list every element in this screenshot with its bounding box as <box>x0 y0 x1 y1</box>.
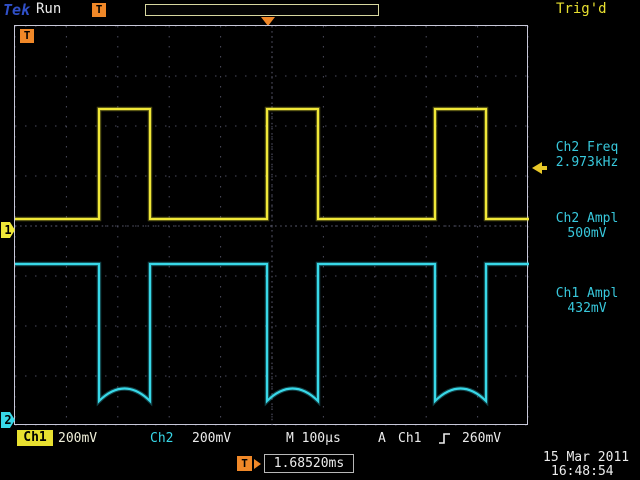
trigger-flag-icon: T <box>20 29 34 43</box>
measurement-ch1-ampl: Ch1 Ampl 432mV <box>534 286 640 316</box>
rising-edge-slope-icon <box>438 432 452 445</box>
status-bar: Ch1 200mV Ch2 200mV M 100µs A Ch1 260mV <box>0 429 640 449</box>
measurement-label: Ch2 Freq <box>534 140 640 155</box>
measurement-value: 432mV <box>534 301 640 316</box>
ch1-scale-value: 200mV <box>58 431 97 446</box>
measurement-ch2-ampl: Ch2 Ampl 500mV <box>534 211 640 241</box>
ch2-ground-marker-icon: 2 <box>1 412 15 428</box>
trigger-t-badge-icon: T <box>92 3 106 17</box>
trigger-status: Trig'd <box>556 1 607 17</box>
ch1-ground-marker-icon: 1 <box>1 222 15 238</box>
trigger-time-readout: 1.68520ms <box>264 454 354 473</box>
graticule: T <box>14 25 528 425</box>
trigger-level-readout: 260mV <box>462 431 501 446</box>
acquisition-status: Run <box>36 1 61 17</box>
trigger-prefix: A <box>378 431 386 446</box>
time-readout: 16:48:54 <box>551 464 614 479</box>
trigger-time-arrow-icon <box>254 459 261 469</box>
measurement-value: 500mV <box>534 226 640 241</box>
ch1-scale-badge: Ch1 <box>17 430 53 446</box>
measurement-label: Ch1 Ampl <box>534 286 640 301</box>
trigger-time-t-badge-icon: T <box>237 456 252 471</box>
ch2-scale-label: Ch2 <box>150 431 173 446</box>
waveform-display <box>15 26 529 426</box>
measurement-value: 2.973kHz <box>534 155 640 170</box>
horizontal-position-bar <box>145 4 379 16</box>
date-readout: 15 Mar 2011 <box>543 450 629 465</box>
tek-logo: Tek <box>3 1 30 19</box>
timebase-readout: M 100µs <box>286 431 341 446</box>
measurement-label: Ch2 Ampl <box>534 211 640 226</box>
ch2-scale-value: 200mV <box>192 431 231 446</box>
oscilloscope-screen: Tek Run T Trig'd T 1 2 Ch2 Freq 2.973kHz… <box>0 0 640 480</box>
measurement-ch2-freq: Ch2 Freq 2.973kHz <box>534 140 640 170</box>
trigger-source: Ch1 <box>398 431 421 446</box>
